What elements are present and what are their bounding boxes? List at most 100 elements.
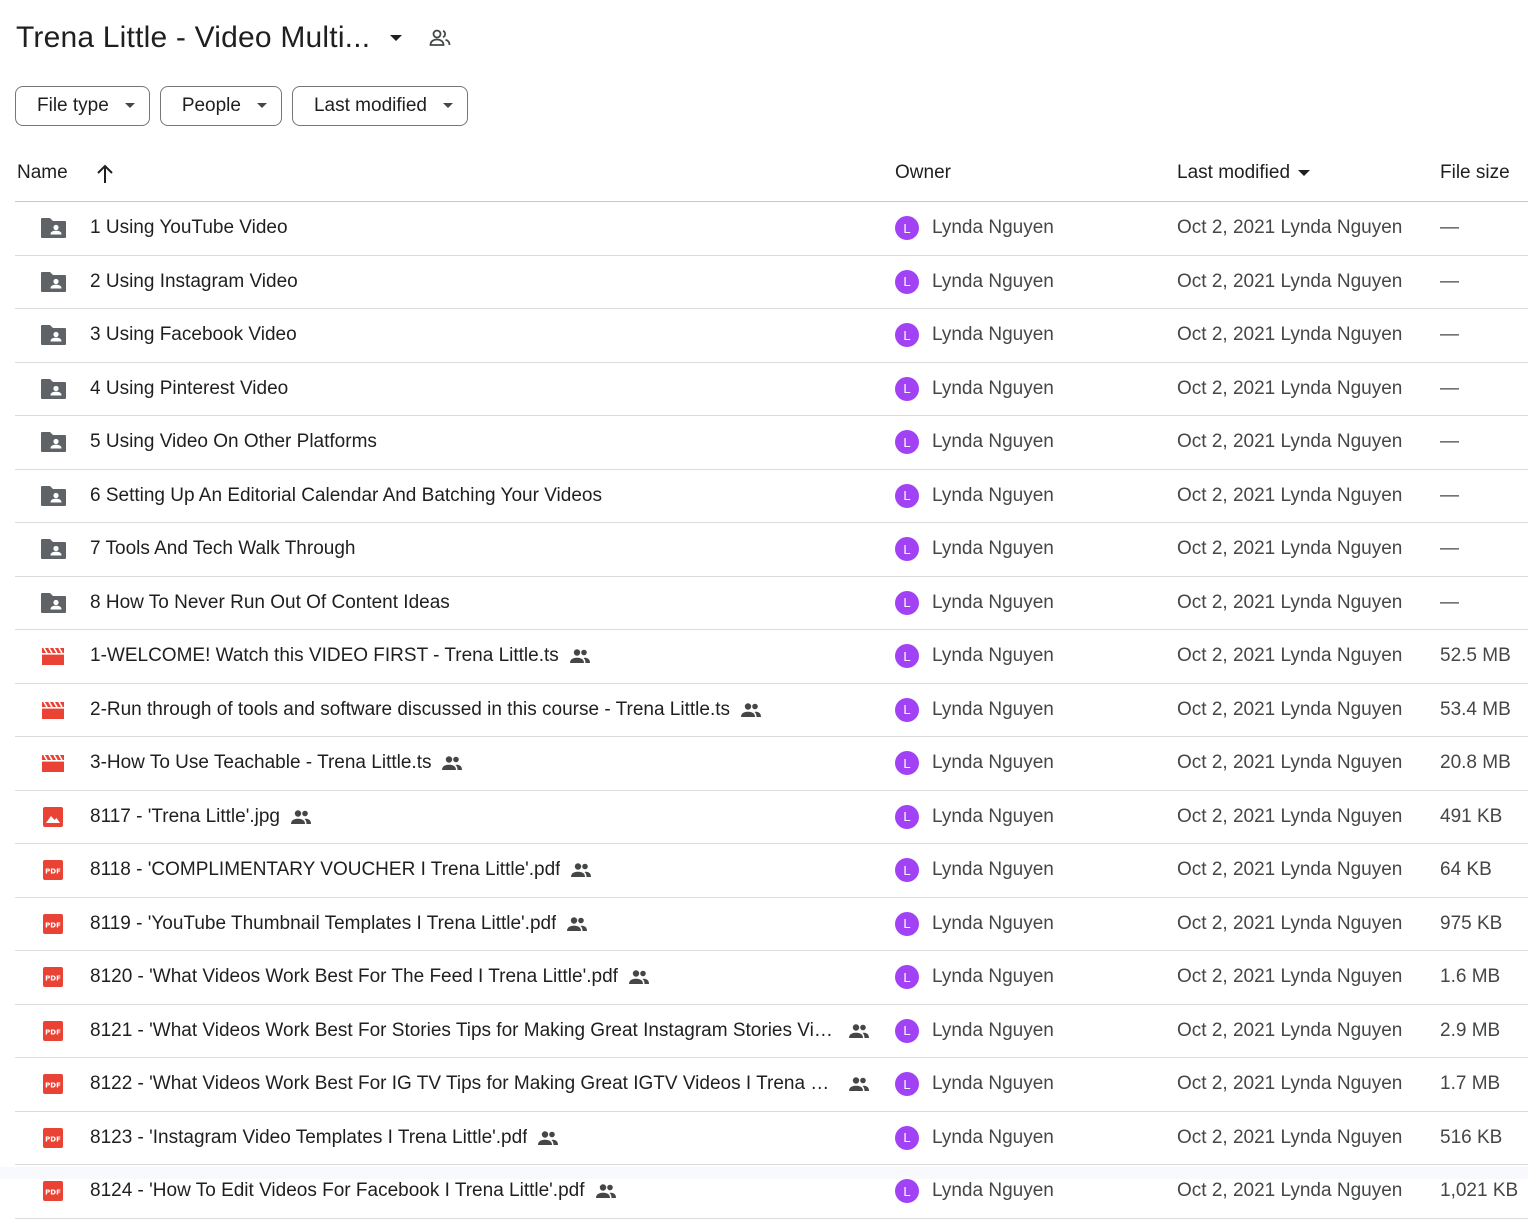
file-row[interactable]: PDF 8123 - 'Instagram Video Templates I T… [15,1112,1528,1165]
file-row[interactable]: 3 Using Facebook Video L Lynda Nguyen Oct 2… [15,309,1528,363]
filter-bar: File type People Last modified [15,86,468,126]
file-size-value: 20.8 MB [1440,752,1511,773]
chevron-down-icon [124,103,135,109]
file-size-value: — [1440,431,1459,452]
chevron-down-icon [256,103,267,109]
file-name-cell[interactable]: 8122 - 'What Videos Work Best For IG TV … [90,1058,870,1110]
file-name: 5 Using Video On Other Platforms [90,431,377,452]
file-row[interactable]: PDF 8119 - 'YouTube Thumbnail Templates I… [15,898,1528,951]
file-row[interactable]: 7 Tools And Tech Walk Through L Lynda Nguy… [15,523,1528,577]
file-name-cell[interactable]: 1-WELCOME! Watch this VIDEO FIRST - Tren… [90,630,591,682]
owner-name: Lynda Nguyen [932,431,1054,452]
file-name: 7 Tools And Tech Walk Through [90,538,356,559]
file-row[interactable]: 8 How To Never Run Out Of Content Ideas L… [15,577,1528,630]
file-name-cell[interactable]: 8118 - 'COMPLIMENTARY VOUCHER I Trena Li… [90,844,592,896]
file-size-value: — [1440,591,1459,613]
owner-cell: L Lynda Nguyen [895,737,1054,789]
owner-cell: L Lynda Nguyen [895,256,1054,308]
folder-menu-caret-icon[interactable] [384,26,408,50]
owner-avatar: L [895,644,919,668]
file-row[interactable]: 2-Run through of tools and software disc… [15,684,1528,737]
file-name-cell[interactable]: 2 Using Instagram Video [90,256,298,308]
file-name-cell[interactable]: 7 Tools And Tech Walk Through [90,523,355,575]
file-name-cell[interactable]: 6 Setting Up An Editorial Calendar And B… [90,470,602,522]
file-name-cell[interactable]: 8120 - 'What Videos Work Best For The Fe… [90,951,650,1003]
column-header-last-modified[interactable]: Last modified [1177,162,1311,184]
file-list: Name Owner Last modified File size 1 Usi… [15,150,1528,1219]
owner-cell: L Lynda Nguyen [895,1005,1054,1057]
file-size-value: 491 KB [1440,805,1503,827]
file-name: 6 Setting Up An Editorial Calendar And B… [90,484,602,506]
last-modified-value: Oct 2, 2021 Lynda Nguyen [1177,270,1403,292]
file-row[interactable]: PDF 8121 - 'What Videos Work Best For Sto… [15,1005,1528,1058]
file-size-value: 1.7 MB [1440,1073,1501,1094]
file-row[interactable]: PDF 8118 - 'COMPLIMENTARY VOUCHER I Trena… [15,844,1528,898]
file-row[interactable]: 8117 - 'Trena Little'.jpg L Lynda Nguyen Oc… [15,791,1528,844]
people-filter[interactable]: People [159,86,282,126]
file-size-value: — [1440,324,1459,345]
file-size-value: — [1440,217,1459,238]
svg-text:PDF: PDF [45,868,61,876]
last-modified-value: Oct 2, 2021 Lynda Nguyen [1177,805,1403,827]
file-type-filter[interactable]: File type [15,86,150,126]
owner-cell: L Lynda Nguyen [895,309,1054,361]
owner-avatar: L [895,751,919,775]
file-row[interactable]: 3-How To Use Teachable - Trena Little.ts… [15,737,1528,791]
column-header-file-size: File size [1440,162,1510,183]
owner-name: Lynda Nguyen [932,270,1054,292]
file-row[interactable]: PDF 8122 - 'What Videos Work Best For IG … [15,1058,1528,1112]
file-row[interactable]: PDF 8120 - 'What Videos Work Best For The… [15,951,1528,1005]
pdf-file-icon: PDF [39,1058,67,1110]
file-size-value: 975 KB [1440,912,1503,934]
last-modified-value: Oct 2, 2021 Lynda Nguyen [1177,324,1403,345]
owner-cell: L Lynda Nguyen [895,202,1054,254]
svg-text:PDF: PDF [45,1082,61,1090]
file-name-cell[interactable]: 8123 - 'Instagram Video Templates I Tren… [90,1112,559,1164]
owner-cell: L Lynda Nguyen [895,1058,1054,1110]
file-name-cell[interactable]: 8 How To Never Run Out Of Content Ideas [90,577,450,629]
pdf-file-icon: PDF [39,951,67,1003]
video-file-icon [39,630,67,682]
file-row[interactable]: 1-WELCOME! Watch this VIDEO FIRST - Tren… [15,630,1528,684]
file-name-cell[interactable]: 8119 - 'YouTube Thumbnail Templates I Tr… [90,898,588,950]
column-header-name[interactable]: Name [17,162,68,184]
shared-folder-icon [39,309,67,361]
file-row[interactable]: 2 Using Instagram Video L Lynda Nguyen Oct … [15,256,1528,309]
file-name-cell[interactable]: 1 Using YouTube Video [90,202,288,254]
folder-title[interactable]: Trena Little - Video Multi... [16,21,370,55]
owner-cell: L Lynda Nguyen [895,363,1054,415]
owner-avatar: L [895,430,919,454]
file-name-cell[interactable]: 8117 - 'Trena Little'.jpg [90,791,312,843]
file-name-cell[interactable]: 8121 - 'What Videos Work Best For Storie… [90,1005,870,1057]
file-name-cell[interactable]: 2-Run through of tools and software disc… [90,684,762,736]
shared-people-icon[interactable] [424,22,456,54]
last-modified-filter[interactable]: Last modified [291,86,468,126]
file-row[interactable]: 1 Using YouTube Video L Lynda Nguyen Oct 2,… [15,202,1528,256]
file-name: 1-WELCOME! Watch this VIDEO FIRST - Tren… [90,645,559,666]
file-name-cell[interactable]: 3-How To Use Teachable - Trena Little.ts [90,737,463,789]
pdf-file-icon: PDF [39,1112,67,1164]
owner-avatar: L [895,483,919,508]
video-file-icon [39,684,67,736]
file-row[interactable]: 6 Setting Up An Editorial Calendar And B… [15,470,1528,523]
file-name-cell[interactable]: 3 Using Facebook Video [90,309,297,361]
owner-cell: L Lynda Nguyen [895,523,1054,575]
sort-ascending-arrow-icon[interactable] [95,163,115,185]
column-header-last-modified-label: Last modified [1177,162,1291,183]
owner-name: Lynda Nguyen [932,217,1054,238]
last-modified-value: Oct 2, 2021 Lynda Nguyen [1177,966,1403,987]
file-row[interactable]: 4 Using Pinterest Video L Lynda Nguyen Oct … [15,363,1528,416]
file-name: 8124 - 'How To Edit Videos For Facebook … [90,1180,585,1201]
file-name-cell[interactable]: 4 Using Pinterest Video [90,363,288,415]
file-name: 3-How To Use Teachable - Trena Little.ts [90,752,432,773]
owner-cell: L Lynda Nguyen [895,630,1054,682]
last-modified-value: Oct 2, 2021 Lynda Nguyen [1177,1126,1403,1148]
file-name-cell[interactable]: 5 Using Video On Other Platforms [90,416,377,468]
sort-dropdown-icon [1298,169,1311,176]
video-file-icon [39,737,67,789]
file-row[interactable]: 5 Using Video On Other Platforms L Lynda N… [15,416,1528,470]
owner-name: Lynda Nguyen [932,912,1054,934]
file-name: 8123 - 'Instagram Video Templates I Tren… [90,1126,528,1148]
file-rows: 1 Using YouTube Video L Lynda Nguyen Oct 2,… [15,202,1528,1219]
file-size-value: — [1440,538,1459,559]
